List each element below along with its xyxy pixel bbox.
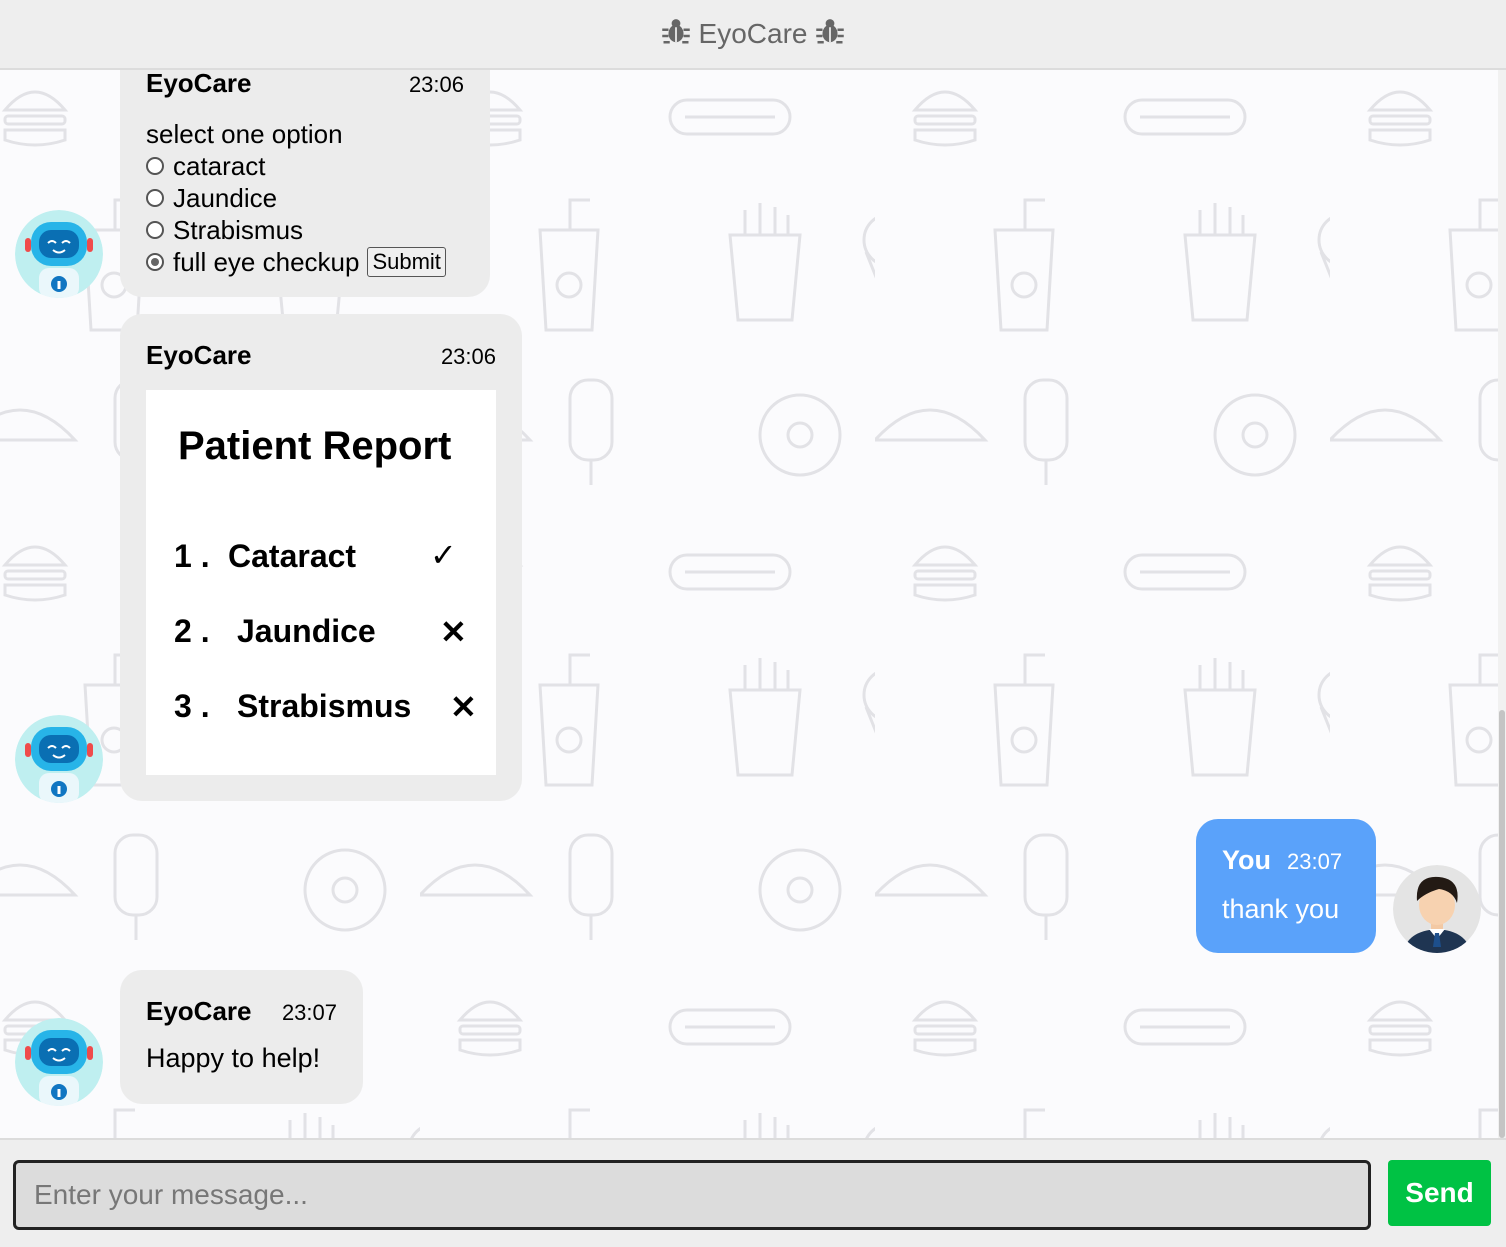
message-text: Happy to help!: [146, 1043, 321, 1073]
message-input[interactable]: [13, 1160, 1371, 1230]
radio-button[interactable]: [146, 157, 164, 175]
option-label: cataract: [173, 150, 266, 181]
option-cataract[interactable]: cataract: [146, 150, 464, 182]
message-time: 23:07: [1287, 849, 1343, 874]
option-prompt: select one option: [146, 119, 343, 149]
message-time: 23:07: [281, 1000, 337, 1025]
option-full-eye-checkup[interactable]: full eye checkup Submit: [146, 246, 464, 278]
chat-area[interactable]: EyoCare 23:06 select one option cataract…: [0, 70, 1498, 1138]
scrollbar-thumb[interactable]: [1499, 710, 1505, 1138]
radio-button[interactable]: [146, 189, 164, 207]
bot-message: EyoCare 23:07 Happy to help!: [120, 970, 363, 1104]
report-row-condition: Jaundice: [237, 613, 376, 649]
bot-avatar: [15, 1018, 103, 1106]
report-row-condition: Cataract: [228, 538, 357, 574]
report-row-number: 3 .: [174, 688, 210, 724]
composer-bar: Send: [0, 1138, 1506, 1247]
report-title: Patient Report: [178, 424, 452, 468]
app-title: EyoCare: [698, 18, 808, 49]
check-icon: ✓: [430, 537, 457, 573]
message-time: 23:06: [440, 344, 496, 369]
radio-button[interactable]: [146, 221, 164, 239]
report-row-condition: Strabismus: [237, 688, 412, 724]
option-jaundice[interactable]: Jaundice: [146, 182, 464, 214]
user-avatar: [1393, 865, 1481, 953]
report-row-number: 1 .: [174, 538, 210, 574]
patient-report-card: Patient Report 1 . Cataract ✓ 2 . Jaundi…: [146, 390, 496, 775]
submit-button[interactable]: Submit: [367, 247, 446, 277]
cross-icon: ✕: [440, 614, 467, 650]
message-text: thank you: [1222, 894, 1340, 924]
sender-name: EyoCare: [146, 996, 252, 1026]
radio-button-selected[interactable]: [146, 253, 164, 271]
bug-icon: [815, 16, 845, 53]
bot-avatar: [15, 210, 103, 298]
report-row-number: 2 .: [174, 613, 210, 649]
sender-name: EyoCare: [146, 340, 252, 370]
message-time: 23:06: [408, 72, 464, 97]
app-header: EyoCare: [0, 0, 1506, 70]
user-message: You 23:07 thank you: [1196, 819, 1376, 953]
bot-message: EyoCare 23:06 select one option cataract…: [120, 70, 490, 297]
option-label: Strabismus: [173, 214, 304, 245]
bug-icon: [661, 16, 691, 53]
sender-name: You: [1222, 845, 1271, 875]
cross-icon: ✕: [450, 689, 477, 725]
bot-message: EyoCare 23:06 Patient Report 1 . Catarac…: [120, 314, 522, 801]
bot-avatar: [15, 715, 103, 803]
option-strabismus[interactable]: Strabismus: [146, 214, 464, 246]
option-label: full eye checkup: [173, 246, 360, 277]
option-label: Jaundice: [173, 182, 278, 213]
sender-name: EyoCare: [146, 70, 252, 98]
send-button[interactable]: Send: [1388, 1160, 1491, 1226]
